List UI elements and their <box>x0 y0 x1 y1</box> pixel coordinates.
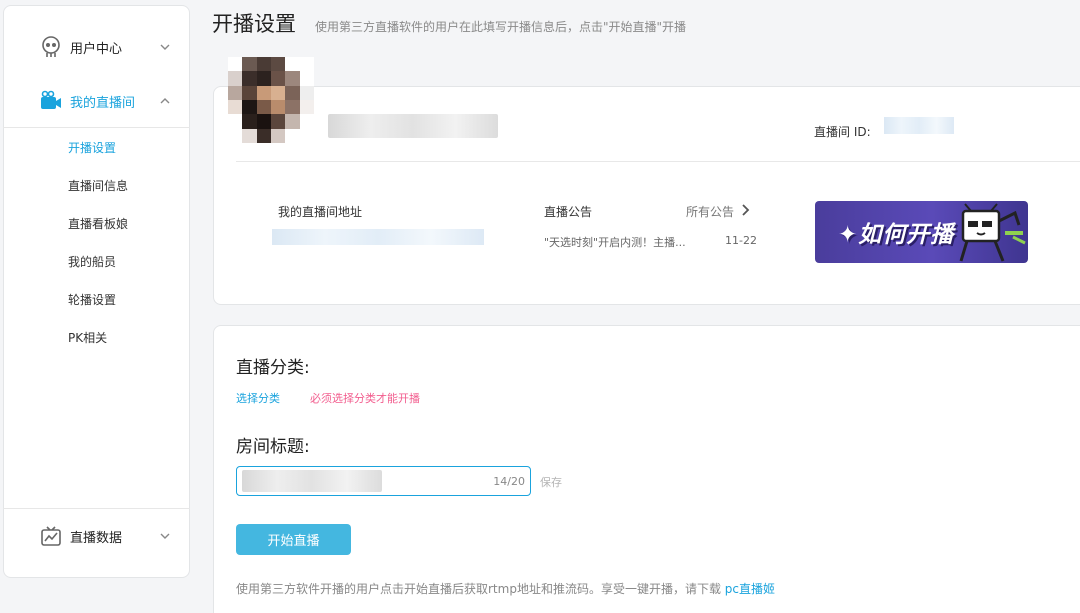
download-hint-text: 使用第三方软件开播的用户点击开始直播后获取rtmp地址和推流码。享受一键开播，请… <box>236 582 725 596</box>
username-blurred <box>328 114 498 138</box>
chevron-down-icon <box>160 44 170 50</box>
room-title-blurred <box>242 470 382 492</box>
page-title: 开播设置 <box>212 12 296 36</box>
sidebar-group-user-center[interactable]: 用户中心 <box>3 23 190 71</box>
room-id-blurred <box>884 117 954 134</box>
sidebar-item-room-info[interactable]: 直播间信息 <box>68 177 128 194</box>
page-subtitle: 使用第三方直播软件的用户在此填写开播信息后，点击"开始直播"开播 <box>315 20 687 34</box>
notice-text[interactable]: "天选时刻"开启内测！主播... <box>544 234 686 250</box>
sidebar-divider <box>3 127 190 128</box>
sidebar-item-pk[interactable]: PK相关 <box>68 329 107 346</box>
chevron-up-icon <box>160 98 170 104</box>
sidebar-group-label: 我的直播间 <box>70 95 136 111</box>
skull-icon <box>42 36 60 57</box>
category-required-hint: 必须选择分类才能开播 <box>310 392 420 405</box>
sidebar-group-my-room[interactable]: 我的直播间 <box>3 77 190 125</box>
room-address-blurred[interactable] <box>272 229 484 245</box>
sidebar-group-live-data[interactable]: 直播数据 <box>3 512 190 560</box>
save-link[interactable]: 保存 <box>540 474 562 490</box>
select-category-link[interactable]: 选择分类 <box>236 390 280 406</box>
sidebar-group-label: 直播数据 <box>70 530 123 546</box>
download-hint: 使用第三方软件开播的用户点击开始直播后获取rtmp地址和推流码。享受一键开播，请… <box>236 580 775 597</box>
room-title-label: 房间标题: <box>236 437 310 457</box>
title-char-counter: 14/20 <box>493 475 525 488</box>
sidebar-item-live-settings[interactable]: 开播设置 <box>68 139 116 156</box>
chevron-down-icon <box>160 533 170 539</box>
start-live-button[interactable]: 开始直播 <box>236 524 351 555</box>
chart-icon <box>41 526 61 546</box>
notice-label: 直播公告 <box>544 205 593 219</box>
sidebar-item-rotation[interactable]: 轮播设置 <box>68 291 116 308</box>
banner-text: ✦如何开播 <box>838 222 955 248</box>
how-to-stream-banner[interactable]: ✦如何开播 <box>815 201 1028 263</box>
pc-live-app-link[interactable]: pc直播姬 <box>725 582 775 596</box>
sidebar-item-mascot[interactable]: 直播看板娘 <box>68 215 128 232</box>
tv-mascot-icon <box>959 203 1026 262</box>
notice-date: 11-22 <box>725 234 757 247</box>
room-address-label: 我的直播间地址 <box>278 205 363 219</box>
room-title-input[interactable]: 14/20 <box>236 466 531 496</box>
room-id-label: 直播间 ID: <box>814 125 871 139</box>
sidebar-group-label: 用户中心 <box>70 41 123 57</box>
category-title: 直播分类: <box>236 358 310 378</box>
all-notices-link[interactable]: 所有公告 <box>686 203 734 220</box>
card-divider <box>236 161 1080 162</box>
sidebar-divider <box>3 508 190 509</box>
sidebar-item-crew[interactable]: 我的船员 <box>68 253 116 270</box>
avatar[interactable] <box>228 57 314 143</box>
camera-icon <box>41 90 61 109</box>
chevron-right-icon[interactable] <box>740 204 750 216</box>
